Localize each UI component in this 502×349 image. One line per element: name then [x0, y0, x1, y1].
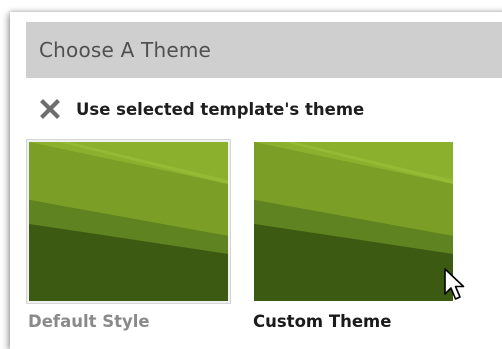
close-x-icon	[40, 99, 60, 119]
theme-thumbnail	[254, 142, 453, 301]
panel-title: Choose A Theme	[39, 38, 212, 62]
theme-label: Custom Theme	[253, 312, 392, 331]
theme-thumbnail	[29, 142, 228, 301]
theme-chooser-panel: Choose A Theme Use selected template's t…	[10, 12, 502, 349]
theme-label: Default Style	[28, 312, 150, 331]
theme-default-style[interactable]: Default Style	[26, 139, 231, 331]
panel-header: Choose A Theme	[26, 22, 502, 78]
theme-thumbnail-frame	[26, 139, 231, 304]
theme-custom-theme[interactable]: Custom Theme	[251, 139, 456, 331]
use-template-theme-option[interactable]: Use selected template's theme	[40, 91, 364, 127]
use-template-theme-label: Use selected template's theme	[76, 99, 365, 119]
theme-thumbnail-frame	[251, 139, 456, 304]
